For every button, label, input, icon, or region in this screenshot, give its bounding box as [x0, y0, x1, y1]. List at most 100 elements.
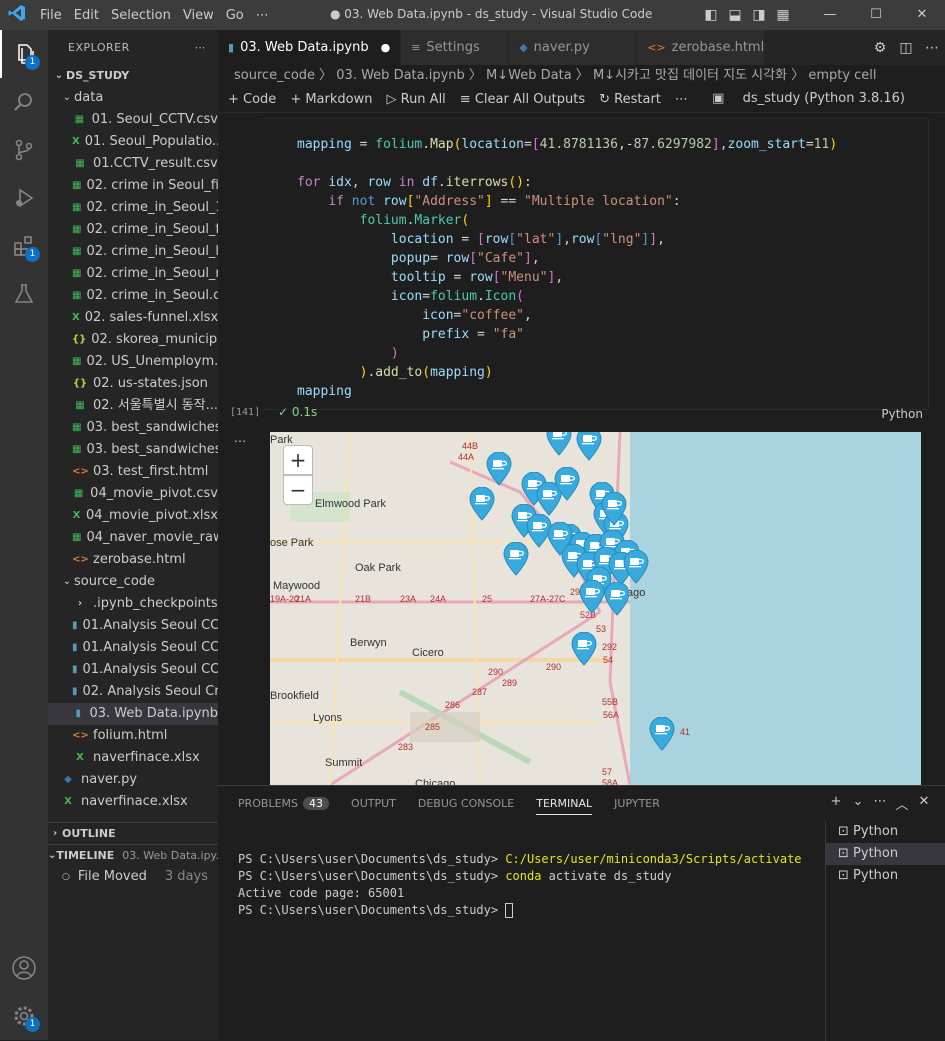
- file-item[interactable]: ▦ 02. crime_in_Seoul_fi...: [48, 219, 218, 241]
- output-more-icon[interactable]: ⋯: [234, 434, 246, 448]
- explorer-more-icon[interactable]: ⋯: [195, 41, 207, 54]
- file-item[interactable]: ▮ 01.Analysis Seoul CC...: [48, 615, 218, 637]
- coffee-marker-icon[interactable]: [622, 549, 650, 584]
- workspace-root[interactable]: ⌄ DS_STUDY: [48, 65, 218, 87]
- tab-web-data-notebook[interactable]: ▮ 03. Web Data.ipynb ●: [218, 30, 402, 65]
- coffee-marker-icon[interactable]: [546, 521, 574, 556]
- file-item[interactable]: ◆ naver.py: [48, 769, 218, 791]
- account-icon[interactable]: [0, 944, 48, 992]
- toolbar-more-button[interactable]: ⋯: [675, 92, 688, 107]
- file-item[interactable]: ▦ 02. crime_in_Seoul_l...: [48, 241, 218, 263]
- customize-layout-icon[interactable]: ▦: [771, 7, 795, 23]
- coffee-marker-icon[interactable]: [578, 579, 606, 614]
- tab-naver-py[interactable]: ◆ naver.py: [509, 30, 638, 65]
- coffee-marker-icon[interactable]: [648, 716, 676, 751]
- outline-section[interactable]: › OUTLINE: [48, 822, 218, 844]
- toggle-sidebar-icon[interactable]: ◧: [699, 7, 723, 23]
- code-cell[interactable]: mapping = folium.Map(location=[41.878113…: [262, 118, 929, 410]
- search-icon[interactable]: [0, 78, 48, 126]
- file-item[interactable]: {} 02. us-states.json: [48, 373, 218, 395]
- file-item[interactable]: ▮ 03. Web Data.ipynb: [48, 703, 218, 725]
- tab-terminal[interactable]: TERMINAL: [536, 797, 593, 815]
- minimize-button[interactable]: —: [807, 0, 853, 30]
- coffee-marker-icon[interactable]: [553, 466, 581, 501]
- clear-outputs-button[interactable]: ≡ Clear All Outputs: [460, 92, 585, 107]
- run-debug-icon[interactable]: [0, 174, 48, 222]
- folium-map[interactable]: + − Park Elmwood Park Oak Park Maywood Berwy…: [270, 432, 921, 785]
- menu-file[interactable]: File: [34, 8, 68, 23]
- unsaved-dot-icon[interactable]: ●: [381, 41, 391, 54]
- file-item[interactable]: ▦ 02. 서울특별시 동작...: [48, 395, 218, 417]
- run-all-button[interactable]: ▷ Run All: [386, 92, 445, 107]
- file-item[interactable]: ▦ 03. best_sandwiches...: [48, 417, 218, 439]
- restart-kernel-button[interactable]: ↻ Restart: [599, 92, 661, 107]
- terminal-instance[interactable]: ⊡ Python: [826, 865, 945, 887]
- file-item[interactable]: ▦ 02. crime in Seoul_fi...: [48, 175, 218, 197]
- extensions-icon[interactable]: 1: [0, 222, 48, 270]
- add-markdown-cell-button[interactable]: + Markdown: [290, 92, 372, 107]
- folder-data[interactable]: ⌄ data: [48, 87, 218, 109]
- panel-more-icon[interactable]: ⋯: [869, 794, 891, 813]
- menu-more[interactable]: ⋯: [250, 8, 275, 23]
- file-item[interactable]: <> folium.html: [48, 725, 218, 747]
- breadcrumb[interactable]: source_code 〉 03. Web Data.ipynb 〉 M↓Web…: [218, 65, 945, 87]
- menu-go[interactable]: Go: [220, 8, 250, 23]
- menu-selection[interactable]: Selection: [105, 8, 177, 23]
- coffee-marker-icon[interactable]: [502, 541, 530, 576]
- coffee-marker-icon[interactable]: [545, 432, 573, 456]
- editor-more-icon[interactable]: ⋯: [919, 40, 945, 56]
- kernel-picker[interactable]: ▣ ds_study (Python 3.8.16): [712, 91, 919, 106]
- file-item[interactable]: <> 03. test_first.html: [48, 461, 218, 483]
- tab-settings[interactable]: ≡ Settings: [401, 30, 510, 65]
- add-code-cell-button[interactable]: + Code: [228, 92, 276, 107]
- file-item[interactable]: ▦ 02. US_Unemploym...: [48, 351, 218, 373]
- file-item[interactable]: ▮ 01.Analysis Seoul CC...: [48, 659, 218, 681]
- file-item[interactable]: ▦ 03. best_sandwiches...: [48, 439, 218, 461]
- file-item[interactable]: ▦ 01.CCTV_result.csv: [48, 153, 218, 175]
- file-item[interactable]: ▦ 02. crime_in_Seoul.csv: [48, 285, 218, 307]
- coffee-marker-icon[interactable]: [600, 491, 628, 526]
- split-editor-icon[interactable]: ◫: [893, 40, 919, 56]
- notebook-settings-gear-icon[interactable]: ⚙: [867, 40, 893, 56]
- file-item[interactable]: X 02. sales-funnel.xlsx: [48, 307, 218, 329]
- terminal-output[interactable]: PS C:\Users\user\Documents\ds_study> C:/…: [238, 851, 802, 919]
- folder-source-code[interactable]: ⌄ source_code: [48, 571, 218, 593]
- toggle-secondary-sidebar-icon[interactable]: ◨: [747, 7, 771, 23]
- file-item[interactable]: X 01. Seoul_Populatio...: [48, 131, 218, 153]
- close-window-button[interactable]: ✕: [899, 0, 945, 30]
- file-item[interactable]: ▮ 02. Analysis Seoul Cr...: [48, 681, 218, 703]
- zoom-out-button[interactable]: −: [283, 475, 313, 505]
- tab-debug-console[interactable]: DEBUG CONSOLE: [418, 797, 514, 810]
- manage-gear-icon[interactable]: 1: [0, 992, 48, 1040]
- file-item[interactable]: Xnaverfinace.xlsx: [48, 747, 218, 769]
- file-item[interactable]: {} 02. skorea_municipa...: [48, 329, 218, 351]
- file-item[interactable]: <> zerobase.html: [48, 549, 218, 571]
- menu-view[interactable]: View: [177, 8, 220, 23]
- file-item[interactable]: ▦ 01. Seoul_CCTV.csv: [48, 109, 218, 131]
- tab-output[interactable]: OUTPUT: [351, 797, 396, 810]
- source-control-icon[interactable]: [0, 126, 48, 174]
- coffee-marker-icon[interactable]: [485, 451, 513, 486]
- tab-jupyter[interactable]: JUPYTER: [614, 797, 660, 810]
- tab-zerobase-html[interactable]: <> zerobase.html: [637, 30, 766, 65]
- new-terminal-plus-icon[interactable]: +: [825, 794, 847, 813]
- code-editor[interactable]: mapping = folium.Map(location=[41.878113…: [297, 135, 837, 401]
- file-item[interactable]: X 04_movie_pivot.xlsx: [48, 505, 218, 527]
- coffee-marker-icon[interactable]: [575, 432, 603, 461]
- zoom-in-button[interactable]: +: [283, 445, 313, 475]
- explorer-icon[interactable]: 1: [0, 30, 48, 78]
- file-item[interactable]: Xnaverfinace.xlsx: [48, 791, 218, 813]
- timeline-entry[interactable]: ○ File Moved 3 days: [48, 866, 218, 888]
- file-item[interactable]: › .ipynb_checkpoints: [48, 593, 218, 615]
- maximize-panel-icon[interactable]: ︿: [891, 794, 913, 813]
- tab-problems[interactable]: PROBLEMS 43: [238, 797, 330, 810]
- file-item[interactable]: ▦ 04_movie_pivot.csv: [48, 483, 218, 505]
- maximize-button[interactable]: ☐: [853, 0, 899, 30]
- terminal-instance[interactable]: ⊡ Python: [826, 843, 945, 865]
- menu-edit[interactable]: Edit: [68, 8, 105, 23]
- file-item[interactable]: ▦ 02. crime_in_Seoul_r...: [48, 263, 218, 285]
- timeline-section[interactable]: ⌄ TIMELINE 03. Web Data.ipy...: [48, 844, 218, 866]
- toggle-panel-icon[interactable]: ⬓: [723, 7, 747, 23]
- file-item[interactable]: ▦ 04_naver_movie_raw...: [48, 527, 218, 549]
- coffee-marker-icon[interactable]: [468, 486, 496, 521]
